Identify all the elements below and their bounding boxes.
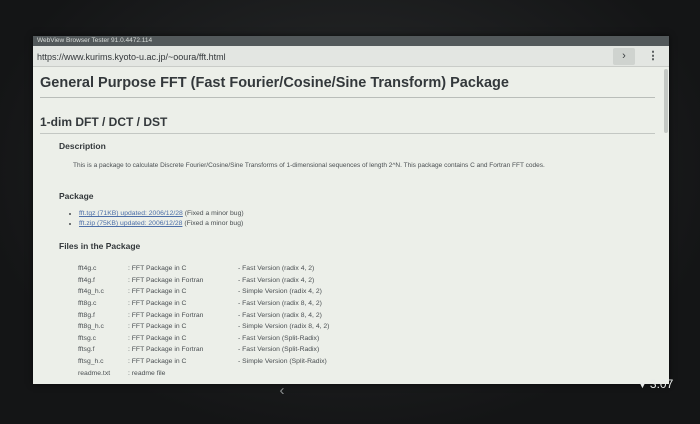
package-link-zip[interactable]: fft.zip (75KB) updated: 2006/12/28 <box>79 220 182 227</box>
page-title: General Purpose FFT (Fast Fourier/Cosine… <box>40 75 509 91</box>
clock: 3:07 <box>649 377 674 391</box>
package-link-tgz[interactable]: fft.tgz (71KB) updated: 2006/12/28 <box>79 210 183 217</box>
package-list: fft.tgz (71KB) updated: 2006/12/28 (Fixe… <box>69 209 244 229</box>
table-row: fftsg.c: FFT Package in C- Fast Version … <box>78 334 320 342</box>
section-heading: 1-dim DFT / DCT / DST <box>40 115 168 129</box>
table-row: fft4g.c: FFT Package in C- Fast Version … <box>78 265 315 273</box>
go-button[interactable]: › <box>613 48 635 65</box>
page-scrollbar[interactable] <box>664 69 668 133</box>
web-content: General Purpose FFT (Fast Fourier/Cosine… <box>33 67 665 384</box>
back-button[interactable]: ‹ <box>272 382 292 400</box>
browser-window: WebView Browser Tester 91.0.4472.114 › ⋮… <box>33 36 669 384</box>
table-row: fft8g.c: FFT Package in C- Fast Version … <box>78 300 322 308</box>
wifi-icon: ▼ <box>638 380 647 390</box>
url-input[interactable] <box>37 49 607 64</box>
status-area: ▼ 3:07 <box>638 377 673 391</box>
chevron-right-icon: › <box>622 50 626 62</box>
description-heading: Description <box>59 141 106 151</box>
package-note: (Fixed a minor bug) <box>184 210 244 217</box>
url-bar: › ⋮ <box>33 46 669 67</box>
table-row: readme.txt: readme file <box>78 369 166 377</box>
table-row: fftsg_h.c: FFT Package in C- Simple Vers… <box>78 358 327 366</box>
list-item: fft.zip (75KB) updated: 2006/12/28 (Fixe… <box>79 219 244 229</box>
table-row: fft4g.f: FFT Package in Fortran - Fast Ve… <box>78 276 315 284</box>
table-row: fft4g_h.c: FFT Package in C- Simple Vers… <box>78 288 322 296</box>
title-divider <box>40 97 655 98</box>
table-row: fft8g_h.c: FFT Package in C- Simple Vers… <box>78 323 330 331</box>
package-note: (Fixed a minor bug) <box>184 220 244 227</box>
window-title: WebView Browser Tester 91.0.4472.114 <box>33 36 669 46</box>
system-nav-bar: ‹ ▼ 3:07 <box>0 377 700 424</box>
more-vertical-icon: ⋮ <box>647 50 659 62</box>
list-item: fft.tgz (71KB) updated: 2006/12/28 (Fixe… <box>79 209 244 219</box>
table-row: fft8g.f: FFT Package in Fortran - Fast Ve… <box>78 311 322 319</box>
files-heading: Files in the Package <box>59 241 141 251</box>
table-row: fftsg.f: FFT Package in Fortran - Fast Ve… <box>78 346 320 354</box>
back-arrow-icon: ‹ <box>279 382 285 399</box>
menu-button[interactable]: ⋮ <box>643 48 663 65</box>
package-heading: Package <box>59 191 94 201</box>
files-table: fft4g.c: FFT Package in C- Fast Version … <box>78 263 329 379</box>
description-text: This is a package to calculate Discrete … <box>73 162 545 169</box>
section-divider <box>40 133 655 134</box>
